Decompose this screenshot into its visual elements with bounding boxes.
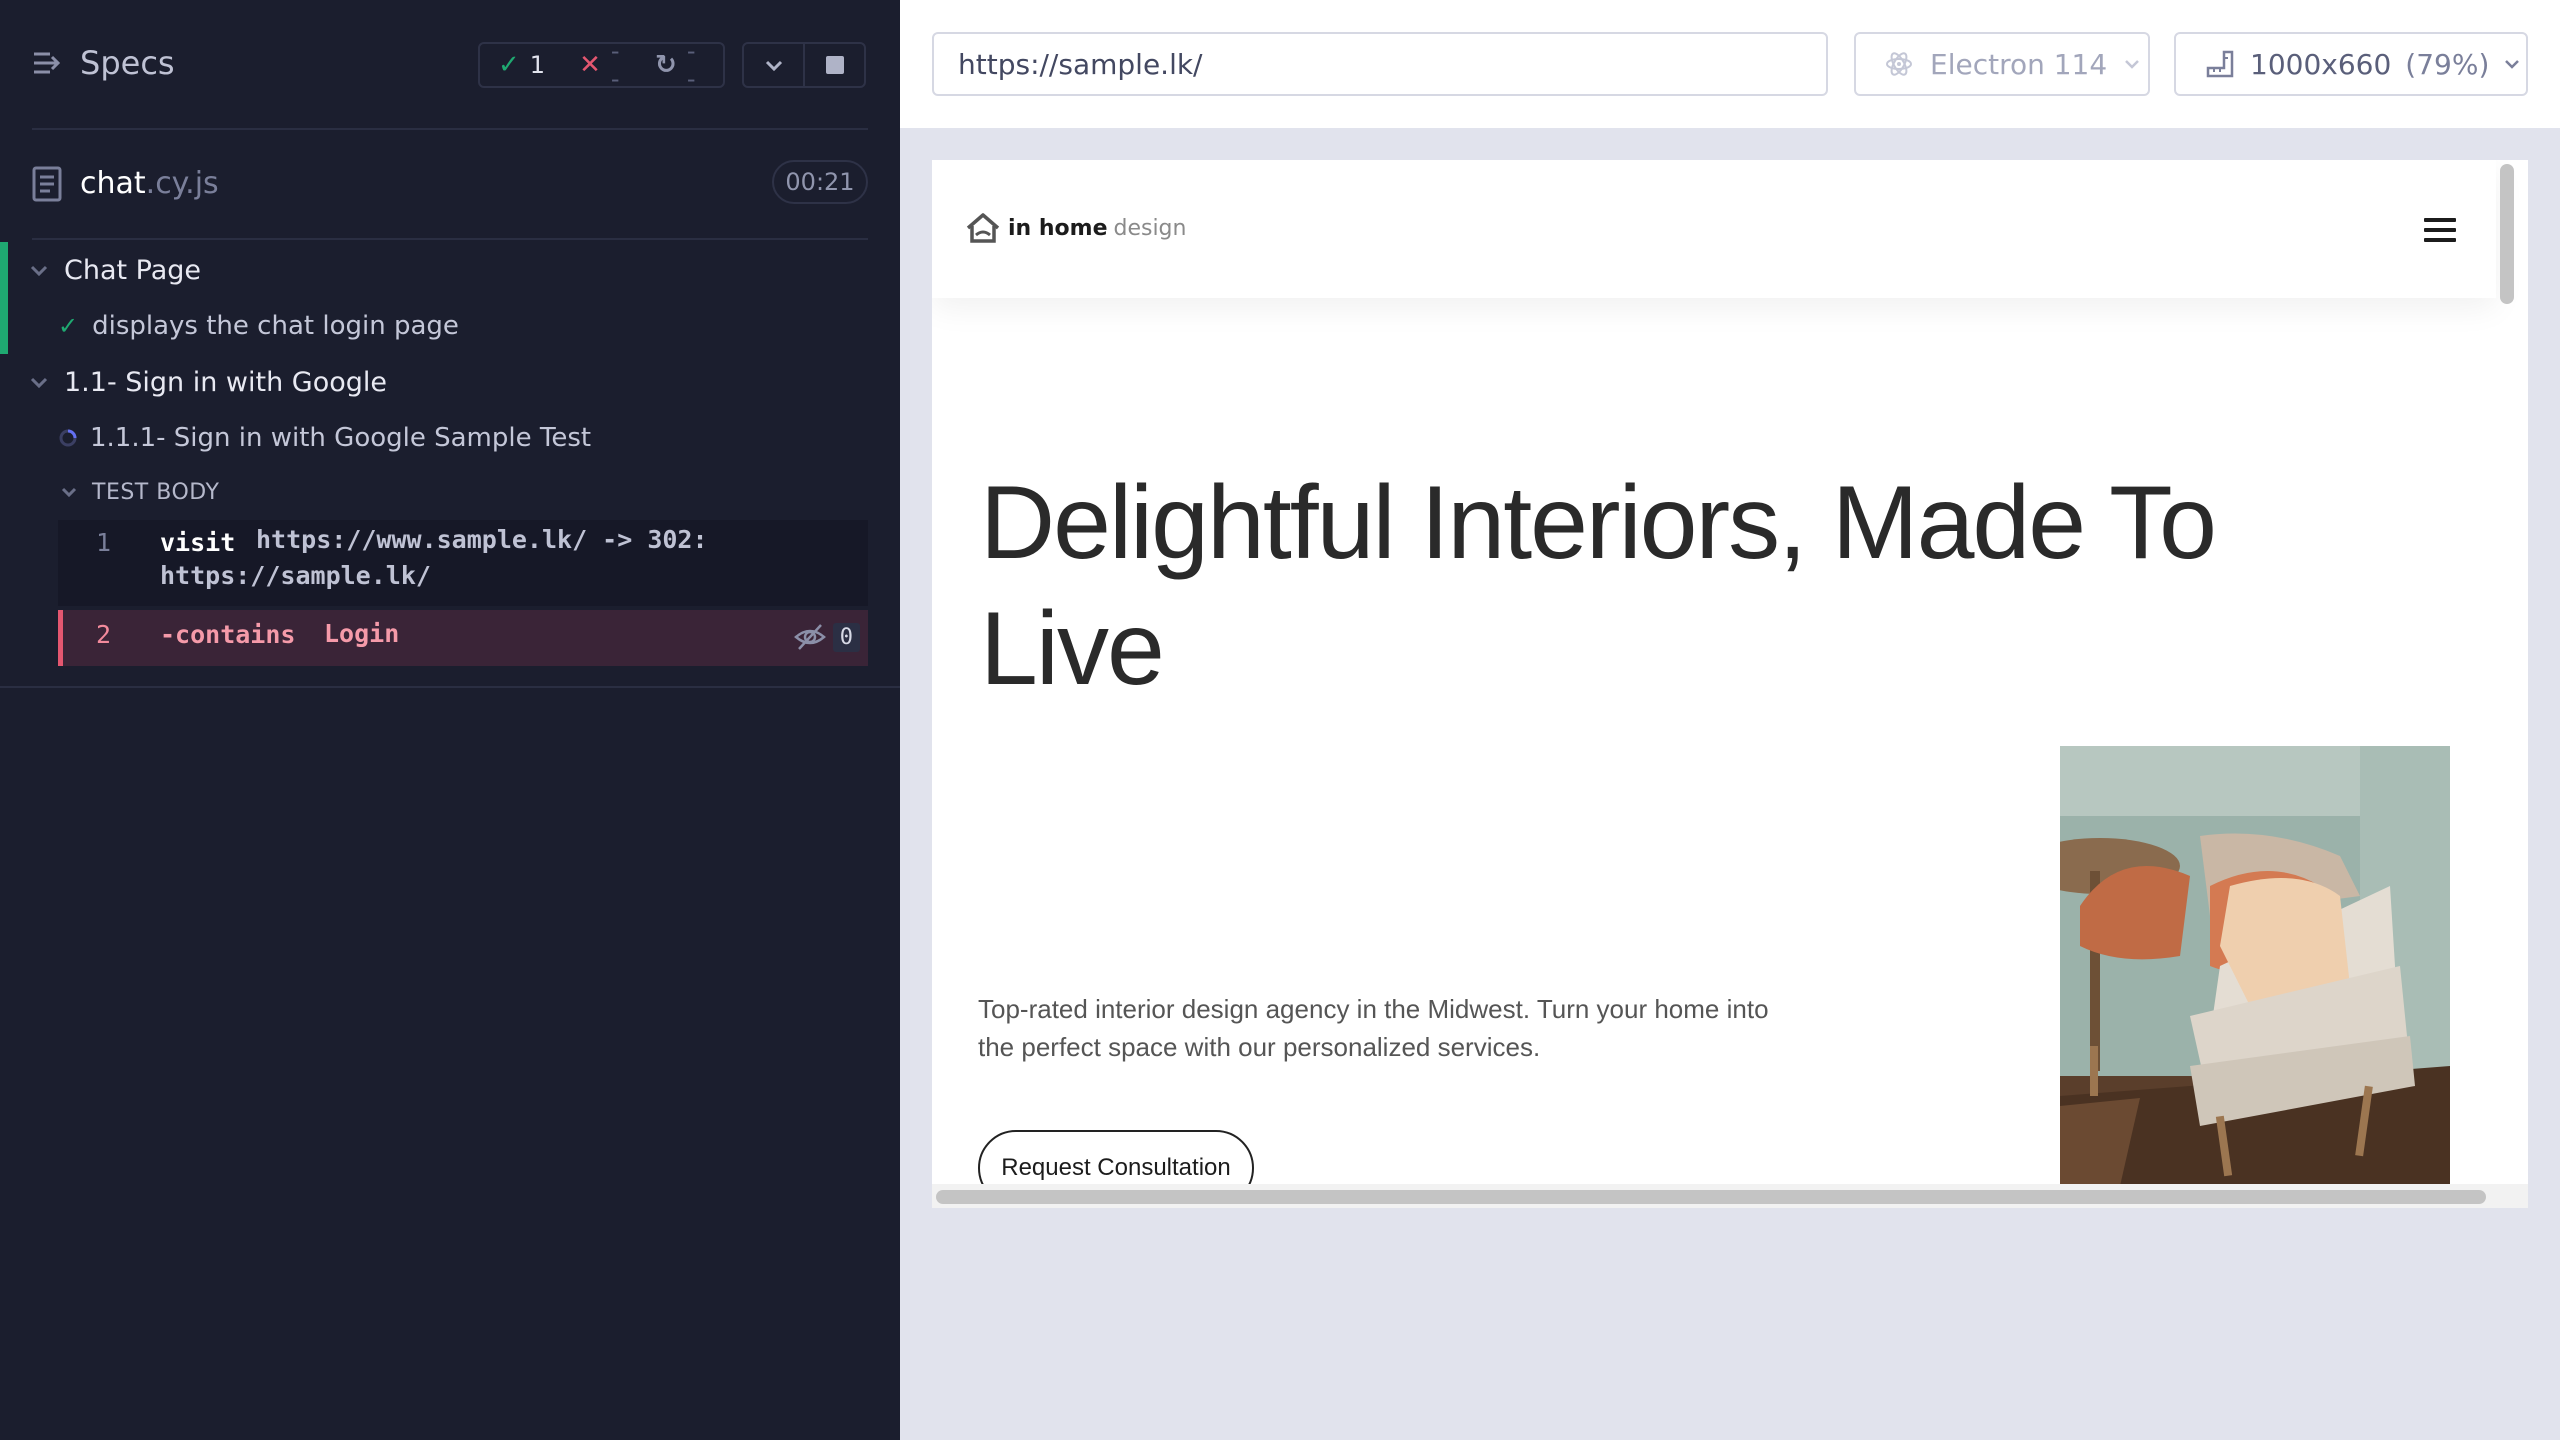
suite-title: Chat Page [64,254,202,286]
command-message-continued: https://sample.lk/ [160,561,431,590]
sofa-photo [2060,746,2450,1186]
chevron-down-icon [30,377,48,389]
viewport-scale: (79%) [2405,47,2490,81]
running-spinner-icon [59,429,77,447]
command-visit[interactable]: 1 visit https://www.sample.lk/ -> 302: h… [58,520,868,606]
browser-selector[interactable]: Electron 114 [1854,32,2150,96]
command-log: 1 visit https://www.sample.lk/ -> 302: h… [58,520,868,666]
failed-count: -- [610,37,620,93]
expand-collapse-button[interactable] [744,44,803,86]
spec-name: chat [80,166,146,201]
eye-slash-icon [793,624,826,650]
test-title: displays the chat login page [92,311,459,341]
command-name: visit [160,528,236,557]
test-reporter-panel: Specs ✓ 1 ✕ -- ↻ -- chat.cy.js 00:21 Cha… [0,0,900,1440]
pending-stat: ↻ -- [655,37,697,93]
reporter-header: Specs ✓ 1 ✕ -- ↻ -- [0,0,900,130]
passed-stat: ✓ 1 [498,50,545,80]
command-number: 1 [96,528,112,557]
test-title: 1.1.1- Sign in with Google Sample Test [90,423,592,453]
chevron-down-icon [765,60,782,72]
command-badges: 0 [793,622,860,652]
spec-extension: .cy.js [145,166,219,201]
hook-title: TEST BODY [92,479,220,505]
pending-count: -- [686,37,696,93]
passed-check-icon: ✓ [58,312,79,340]
logo-text-light: design [1113,215,1187,241]
divider [32,238,868,240]
pending-spinner-icon: ↻ [655,50,677,80]
test-body-hook[interactable]: TEST BODY [0,464,900,520]
test-stats: ✓ 1 ✕ -- ↻ -- [478,37,725,93]
spec-file-name: chat.cy.js [80,166,219,201]
stop-icon [825,56,844,74]
suite-title: 1.1- Sign in with Google [64,366,388,398]
horizontal-scrollbar[interactable] [936,1190,2486,1204]
ruler-icon [2206,50,2234,78]
logo-text-bold: in home [1008,215,1108,241]
electron-icon [1886,52,1912,76]
command-contains[interactable]: 2 -contains Login 0 [58,610,868,666]
chevron-down-icon [2505,60,2520,69]
passed-check-icon: ✓ [498,50,520,80]
specs-list-toggle[interactable]: Specs [32,44,175,82]
aut-toolbar: https://sample.lk/ Electron 114 1000x660… [900,0,2560,128]
command-name: -contains [160,620,296,649]
test-displays-chat-login[interactable]: ✓ displays the chat login page [0,298,900,354]
vertical-scrollbar[interactable] [2500,164,2514,304]
spec-duration: 00:21 [772,160,868,204]
hero-description: Top-rated interior design agency in the … [978,994,1769,1062]
aut-iframe: in home design Delightful Interiors, Mad… [932,160,2528,1208]
stop-button[interactable] [803,44,864,86]
test-sign-in-google-sample[interactable]: 1.1.1- Sign in with Google Sample Test [0,410,900,466]
site-navbar: in home design [932,160,2496,298]
failed-x-icon: ✕ [579,50,601,80]
specs-list-icon [34,52,61,74]
run-controls [742,42,866,88]
command-message: https://www.sample.lk/ -> 302: [256,525,708,554]
chevron-down-icon [61,487,77,498]
command-number: 2 [96,620,112,649]
chevron-down-icon [30,265,48,277]
browser-name: Electron 114 [1930,47,2108,81]
menu-hamburger-icon[interactable] [2424,218,2456,244]
divider [0,686,900,688]
viewport-size: 1000x660 [2250,47,2392,81]
command-message: Login [324,619,400,648]
passed-count: 1 [529,51,546,79]
suite-sign-in-google[interactable]: 1.1- Sign in with Google [0,354,900,410]
url-bar[interactable]: https://sample.lk/ [932,32,1828,96]
specs-label: Specs [80,44,175,82]
hero-image [2060,746,2450,1186]
document-icon [32,166,62,202]
app-under-test-panel: https://sample.lk/ Electron 114 1000x660… [900,0,2560,1440]
failed-stat: ✕ -- [579,37,621,93]
suite-chat-page[interactable]: Chat Page [0,242,900,298]
spec-file-row: chat.cy.js 00:21 [0,150,900,220]
site-logo[interactable]: in home design [964,210,1186,246]
viewport-selector[interactable]: 1000x660 (79%) [2174,32,2528,96]
house-logo-icon [966,213,1000,243]
element-count-badge: 0 [832,622,860,652]
divider [32,128,868,130]
hero-title: Delightful Interiors, Made To Live [980,465,2217,707]
chevron-down-icon [2125,60,2140,69]
